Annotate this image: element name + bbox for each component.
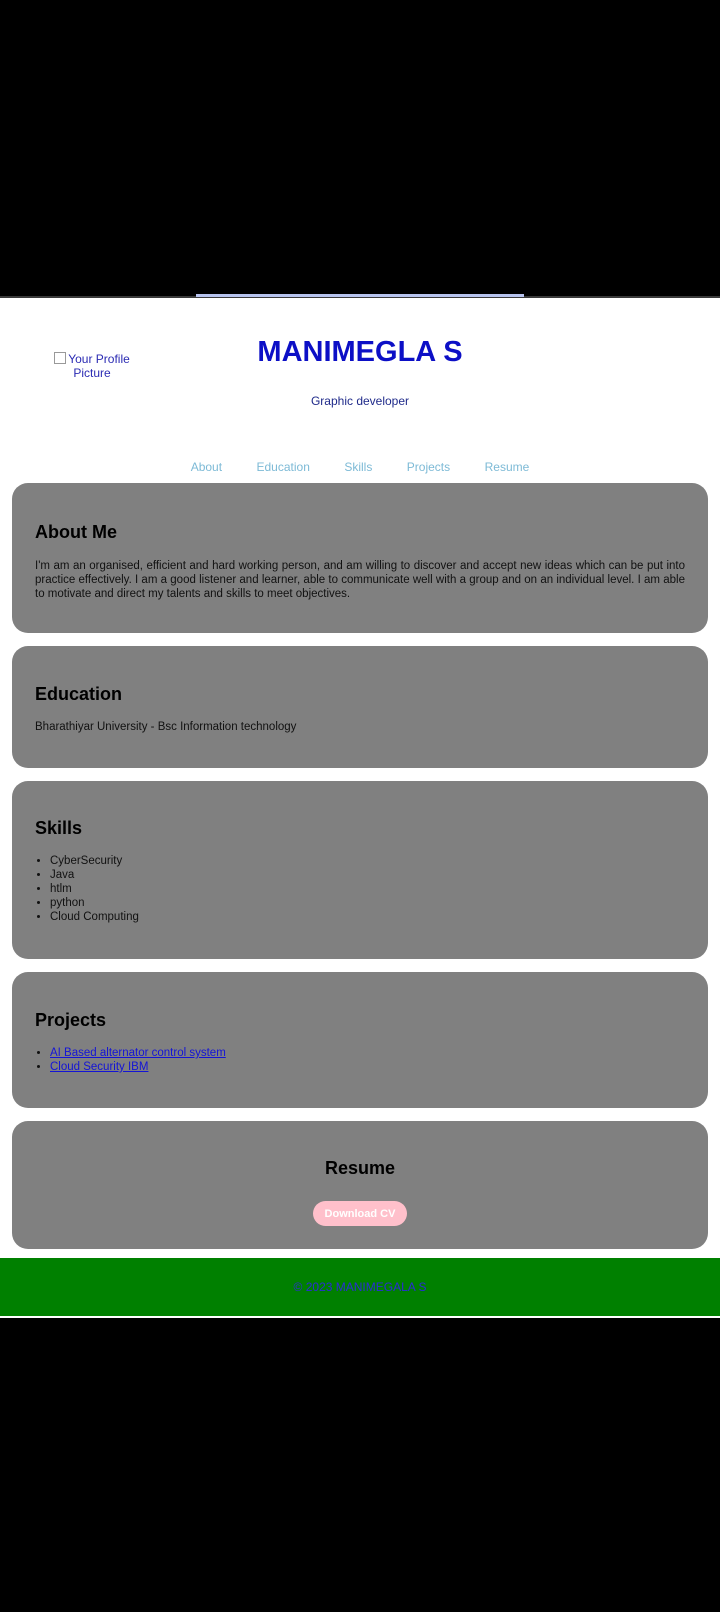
site-footer: © 2023 MANIMEGALA S bbox=[0, 1258, 720, 1316]
list-item: AI Based alternator control system bbox=[50, 1046, 226, 1060]
education-section: Education Bharathiyar University - Bsc I… bbox=[12, 646, 708, 768]
resume-heading: Resume bbox=[324, 1158, 396, 1178]
download-cv-button[interactable]: Download CV bbox=[313, 1201, 407, 1226]
portfolio-page: Your Profile Picture MANIMEGLA S Graphic… bbox=[0, 298, 720, 1318]
about-text: I'm am an organised, efficient and hard … bbox=[35, 560, 685, 600]
tagline: Graphic developer bbox=[310, 394, 410, 408]
nav-skills[interactable]: Skills bbox=[344, 459, 372, 475]
nav-projects[interactable]: Projects bbox=[407, 459, 450, 475]
footer-copyright: © 2023 MANIMEGALA S bbox=[293, 1280, 427, 1294]
list-item: Cloud Security IBM bbox=[50, 1060, 226, 1074]
nav-about[interactable]: About bbox=[191, 459, 222, 475]
projects-section: Projects AI Based alternator control sys… bbox=[12, 972, 708, 1108]
projects-heading: Projects bbox=[35, 1010, 107, 1030]
list-item: Cloud Computing bbox=[50, 910, 139, 924]
list-item: CyberSecurity bbox=[50, 854, 139, 868]
list-item: htlm bbox=[50, 882, 139, 896]
skills-heading: Skills bbox=[35, 818, 83, 838]
nav-resume[interactable]: Resume bbox=[485, 459, 530, 475]
project-link[interactable]: AI Based alternator control system bbox=[50, 1047, 226, 1059]
page-load-progress bbox=[196, 294, 524, 297]
page-title: MANIMEGLA S bbox=[257, 336, 463, 368]
about-section: About Me I'm am an organised, efficient … bbox=[12, 483, 708, 633]
education-text: Bharathiyar University - Bsc Information… bbox=[35, 721, 297, 733]
about-heading: About Me bbox=[35, 522, 117, 542]
main-nav: About Education Skills Projects Resume bbox=[0, 458, 720, 480]
resume-section: Resume Download CV bbox=[12, 1121, 708, 1249]
projects-list: AI Based alternator control system Cloud… bbox=[35, 1046, 226, 1074]
list-item: python bbox=[50, 896, 139, 910]
education-heading: Education bbox=[35, 684, 123, 704]
skills-list: CyberSecurity Java htlm python Cloud Com… bbox=[35, 854, 139, 924]
skills-section: Skills CyberSecurity Java htlm python Cl… bbox=[12, 781, 708, 959]
project-link[interactable]: Cloud Security IBM bbox=[50, 1061, 148, 1073]
site-header: Your Profile Picture MANIMEGLA S Graphic… bbox=[0, 298, 720, 458]
list-item: Java bbox=[50, 868, 139, 882]
nav-education[interactable]: Education bbox=[257, 459, 310, 475]
